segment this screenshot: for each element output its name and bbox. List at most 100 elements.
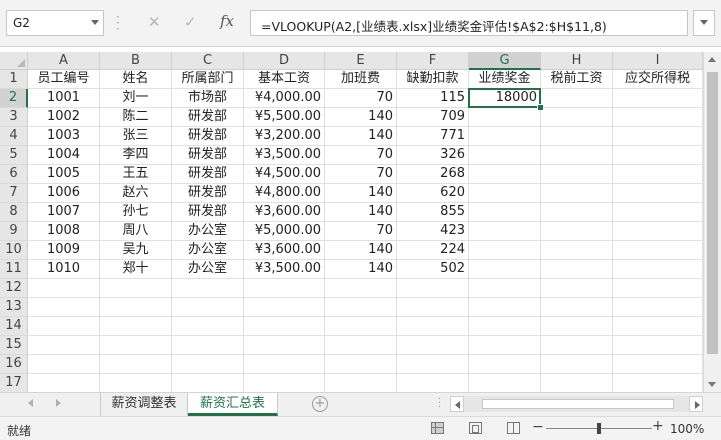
row-header-10[interactable]: 10 bbox=[0, 241, 28, 260]
cell-a1[interactable]: 员工编号 bbox=[28, 70, 100, 89]
page-layout-view-icon[interactable] bbox=[469, 422, 482, 434]
formula-input[interactable]: =VLOOKUP(A2,[业绩表.xlsx]业绩奖金评估!$A$2:$H$11,… bbox=[250, 10, 688, 36]
vertical-scrollbar[interactable] bbox=[703, 52, 721, 392]
cell-f10[interactable]: 224 bbox=[397, 241, 469, 260]
cell-g14[interactable] bbox=[469, 317, 541, 336]
cell-d14[interactable] bbox=[244, 317, 325, 336]
cell-i9[interactable] bbox=[613, 222, 703, 241]
cell-b6[interactable]: 王五 bbox=[100, 165, 172, 184]
page-break-preview-icon[interactable] bbox=[507, 422, 520, 434]
cell-a10[interactable]: 1009 bbox=[28, 241, 100, 260]
cell-a11[interactable]: 1010 bbox=[28, 260, 100, 279]
select-all-button[interactable] bbox=[0, 52, 28, 70]
cell-f2[interactable]: 115 bbox=[397, 89, 469, 108]
cell-d15[interactable] bbox=[244, 336, 325, 355]
cell-c10[interactable]: 办公室 bbox=[172, 241, 244, 260]
cell-d12[interactable] bbox=[244, 279, 325, 298]
next-sheet-icon[interactable] bbox=[56, 399, 61, 407]
cell-b8[interactable]: 孙七 bbox=[100, 203, 172, 222]
cell-i3[interactable] bbox=[613, 108, 703, 127]
chevron-down-icon[interactable] bbox=[91, 20, 99, 25]
cell-d17[interactable] bbox=[244, 374, 325, 393]
cell-i7[interactable] bbox=[613, 184, 703, 203]
cancel-icon[interactable]: ✕ bbox=[148, 13, 161, 31]
cell-d2[interactable]: ¥4,000.00 bbox=[244, 89, 325, 108]
vertical-scroll-thumb[interactable] bbox=[707, 72, 718, 354]
cell-c4[interactable]: 研发部 bbox=[172, 127, 244, 146]
cell-e7[interactable]: 140 bbox=[325, 184, 397, 203]
cell-b1[interactable]: 姓名 bbox=[100, 70, 172, 89]
cell-a16[interactable] bbox=[28, 355, 100, 374]
cell-e6[interactable]: 70 bbox=[325, 165, 397, 184]
row-header-4[interactable]: 4 bbox=[0, 127, 28, 146]
row-header-16[interactable]: 16 bbox=[0, 355, 28, 374]
cell-c16[interactable] bbox=[172, 355, 244, 374]
horizontal-scrollbar[interactable] bbox=[450, 396, 703, 412]
cell-b15[interactable] bbox=[100, 336, 172, 355]
enter-icon[interactable]: ✓ bbox=[184, 13, 197, 31]
scroll-down-icon[interactable] bbox=[708, 382, 716, 387]
cell-g2[interactable]: 18000 bbox=[469, 89, 541, 108]
cell-f3[interactable]: 709 bbox=[397, 108, 469, 127]
cell-g3[interactable] bbox=[469, 108, 541, 127]
cell-g8[interactable] bbox=[469, 203, 541, 222]
cell-b14[interactable] bbox=[100, 317, 172, 336]
cell-b11[interactable]: 郑十 bbox=[100, 260, 172, 279]
zoom-in-icon[interactable]: + bbox=[652, 418, 664, 434]
scroll-up-icon[interactable] bbox=[708, 57, 716, 62]
cell-a15[interactable] bbox=[28, 336, 100, 355]
row-header-6[interactable]: 6 bbox=[0, 165, 28, 184]
cell-a2[interactable]: 1001 bbox=[28, 89, 100, 108]
cell-c5[interactable]: 研发部 bbox=[172, 146, 244, 165]
cell-c8[interactable]: 研发部 bbox=[172, 203, 244, 222]
cell-f6[interactable]: 268 bbox=[397, 165, 469, 184]
zoom-out-icon[interactable]: − bbox=[532, 419, 544, 435]
cell-a13[interactable] bbox=[28, 298, 100, 317]
cell-a8[interactable]: 1007 bbox=[28, 203, 100, 222]
column-header-h[interactable]: H bbox=[541, 52, 613, 70]
horizontal-scroll-thumb[interactable] bbox=[482, 399, 674, 409]
cell-h8[interactable] bbox=[541, 203, 613, 222]
cell-i8[interactable] bbox=[613, 203, 703, 222]
cell-h6[interactable] bbox=[541, 165, 613, 184]
row-header-17[interactable]: 17 bbox=[0, 374, 28, 393]
cell-b2[interactable]: 刘一 bbox=[100, 89, 172, 108]
column-header-a[interactable]: A bbox=[28, 52, 100, 70]
cell-d3[interactable]: ¥5,500.00 bbox=[244, 108, 325, 127]
cell-e13[interactable] bbox=[325, 298, 397, 317]
cell-h14[interactable] bbox=[541, 317, 613, 336]
cell-e15[interactable] bbox=[325, 336, 397, 355]
column-header-g[interactable]: G bbox=[469, 52, 541, 70]
cell-g13[interactable] bbox=[469, 298, 541, 317]
add-sheet-icon[interactable]: + bbox=[312, 396, 328, 412]
row-header-15[interactable]: 15 bbox=[0, 336, 28, 355]
cell-c12[interactable] bbox=[172, 279, 244, 298]
cell-d4[interactable]: ¥3,200.00 bbox=[244, 127, 325, 146]
cell-f7[interactable]: 620 bbox=[397, 184, 469, 203]
cell-a5[interactable]: 1004 bbox=[28, 146, 100, 165]
cell-d6[interactable]: ¥4,500.00 bbox=[244, 165, 325, 184]
cell-a17[interactable] bbox=[28, 374, 100, 393]
column-header-e[interactable]: E bbox=[325, 52, 397, 70]
cell-f15[interactable] bbox=[397, 336, 469, 355]
cell-f4[interactable]: 771 bbox=[397, 127, 469, 146]
cell-d7[interactable]: ¥4,800.00 bbox=[244, 184, 325, 203]
cell-b12[interactable] bbox=[100, 279, 172, 298]
cell-g12[interactable] bbox=[469, 279, 541, 298]
cell-h5[interactable] bbox=[541, 146, 613, 165]
cell-g15[interactable] bbox=[469, 336, 541, 355]
cell-b5[interactable]: 李四 bbox=[100, 146, 172, 165]
cell-h3[interactable] bbox=[541, 108, 613, 127]
cell-f9[interactable]: 423 bbox=[397, 222, 469, 241]
cell-i14[interactable] bbox=[613, 317, 703, 336]
cell-g5[interactable] bbox=[469, 146, 541, 165]
cell-b13[interactable] bbox=[100, 298, 172, 317]
cell-f13[interactable] bbox=[397, 298, 469, 317]
cell-d5[interactable]: ¥3,500.00 bbox=[244, 146, 325, 165]
cell-d10[interactable]: ¥3,600.00 bbox=[244, 241, 325, 260]
column-header-f[interactable]: F bbox=[397, 52, 469, 70]
fill-handle[interactable] bbox=[537, 104, 544, 111]
cell-e16[interactable] bbox=[325, 355, 397, 374]
cell-f12[interactable] bbox=[397, 279, 469, 298]
cell-f8[interactable]: 855 bbox=[397, 203, 469, 222]
